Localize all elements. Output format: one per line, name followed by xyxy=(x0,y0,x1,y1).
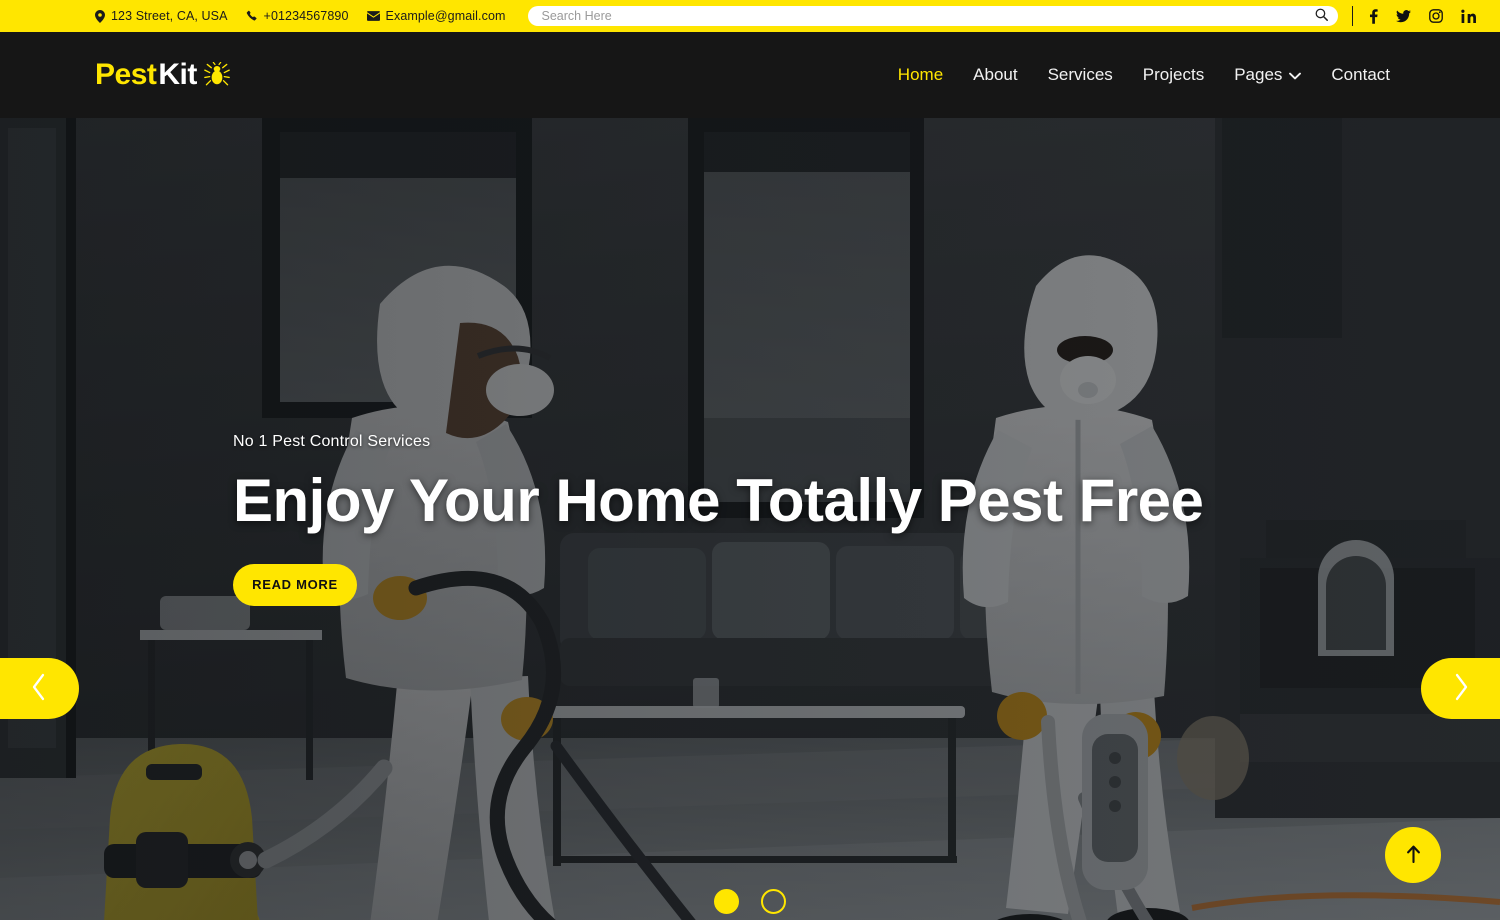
main-navigation: Home About Services Projects Pages Conta… xyxy=(883,65,1405,85)
nav-item-pages[interactable]: Pages xyxy=(1219,65,1316,85)
hero-eyebrow: No 1 Pest Control Services xyxy=(233,432,431,450)
chevron-down-icon xyxy=(1289,65,1302,85)
topbar-phone: +01234567890 xyxy=(246,9,349,23)
chevron-right-icon xyxy=(1452,672,1470,705)
top-bar-contact-group: 123 Street, CA, USA +01234567890 Example… xyxy=(95,9,506,23)
topbar-phone-text: +01234567890 xyxy=(263,9,349,23)
hero-carousel: No 1 Pest Control Services Enjoy Your Ho… xyxy=(0,118,1500,920)
carousel-prev-button[interactable] xyxy=(0,658,79,719)
carousel-indicators xyxy=(0,889,1500,914)
topbar-email-text: Example@gmail.com xyxy=(385,9,506,23)
topbar-address-text: 123 Street, CA, USA xyxy=(111,9,228,23)
bug-icon xyxy=(204,62,230,88)
phone-icon xyxy=(246,10,258,22)
logo[interactable]: Pest Kit xyxy=(95,58,230,92)
nav-label-projects: Projects xyxy=(1142,65,1205,84)
instagram-icon[interactable] xyxy=(1428,9,1443,23)
logo-text-primary: Pest xyxy=(95,58,157,91)
search-button[interactable] xyxy=(1312,6,1332,26)
search-form[interactable] xyxy=(527,6,1338,26)
read-more-button[interactable]: READ MORE xyxy=(233,563,357,606)
envelope-icon xyxy=(366,11,380,21)
topbar-divider xyxy=(1351,6,1353,26)
search-icon xyxy=(1315,8,1328,24)
social-links xyxy=(1369,8,1476,24)
hero-title: Enjoy Your Home Totally Pest Free xyxy=(233,466,1204,534)
carousel-next-button[interactable] xyxy=(1421,658,1500,719)
search-input[interactable] xyxy=(541,6,1312,26)
facebook-icon[interactable] xyxy=(1369,8,1378,24)
topbar-email: Example@gmail.com xyxy=(366,9,506,23)
nav-item-projects[interactable]: Projects xyxy=(1128,65,1219,85)
logo-text-secondary: Kit xyxy=(158,58,197,91)
map-pin-icon xyxy=(95,9,105,23)
nav-item-about[interactable]: About xyxy=(958,65,1032,85)
back-to-top-button[interactable] xyxy=(1385,827,1441,883)
hero-content: No 1 Pest Control Services Enjoy Your Ho… xyxy=(233,118,1204,920)
arrow-up-icon xyxy=(1406,845,1421,866)
top-bar: 123 Street, CA, USA +01234567890 Example… xyxy=(0,0,1500,32)
topbar-address: 123 Street, CA, USA xyxy=(95,9,228,23)
site-header: Pest Kit Home About Services Projects Pa… xyxy=(0,32,1500,118)
nav-item-contact[interactable]: Contact xyxy=(1316,65,1405,85)
chevron-left-icon xyxy=(30,672,48,705)
nav-label-services: Services xyxy=(1047,65,1113,84)
nav-item-home[interactable]: Home xyxy=(883,65,958,85)
nav-label-home: Home xyxy=(897,65,944,84)
nav-label-about: About xyxy=(973,65,1018,84)
nav-item-services[interactable]: Services xyxy=(1033,65,1128,85)
twitter-icon[interactable] xyxy=(1395,9,1411,23)
nav-label-contact: Contact xyxy=(1331,65,1390,84)
linkedin-icon[interactable] xyxy=(1460,9,1476,23)
nav-label-pages: Pages xyxy=(1234,65,1283,84)
carousel-dot-2[interactable] xyxy=(761,889,786,914)
carousel-dot-1[interactable] xyxy=(714,889,739,914)
